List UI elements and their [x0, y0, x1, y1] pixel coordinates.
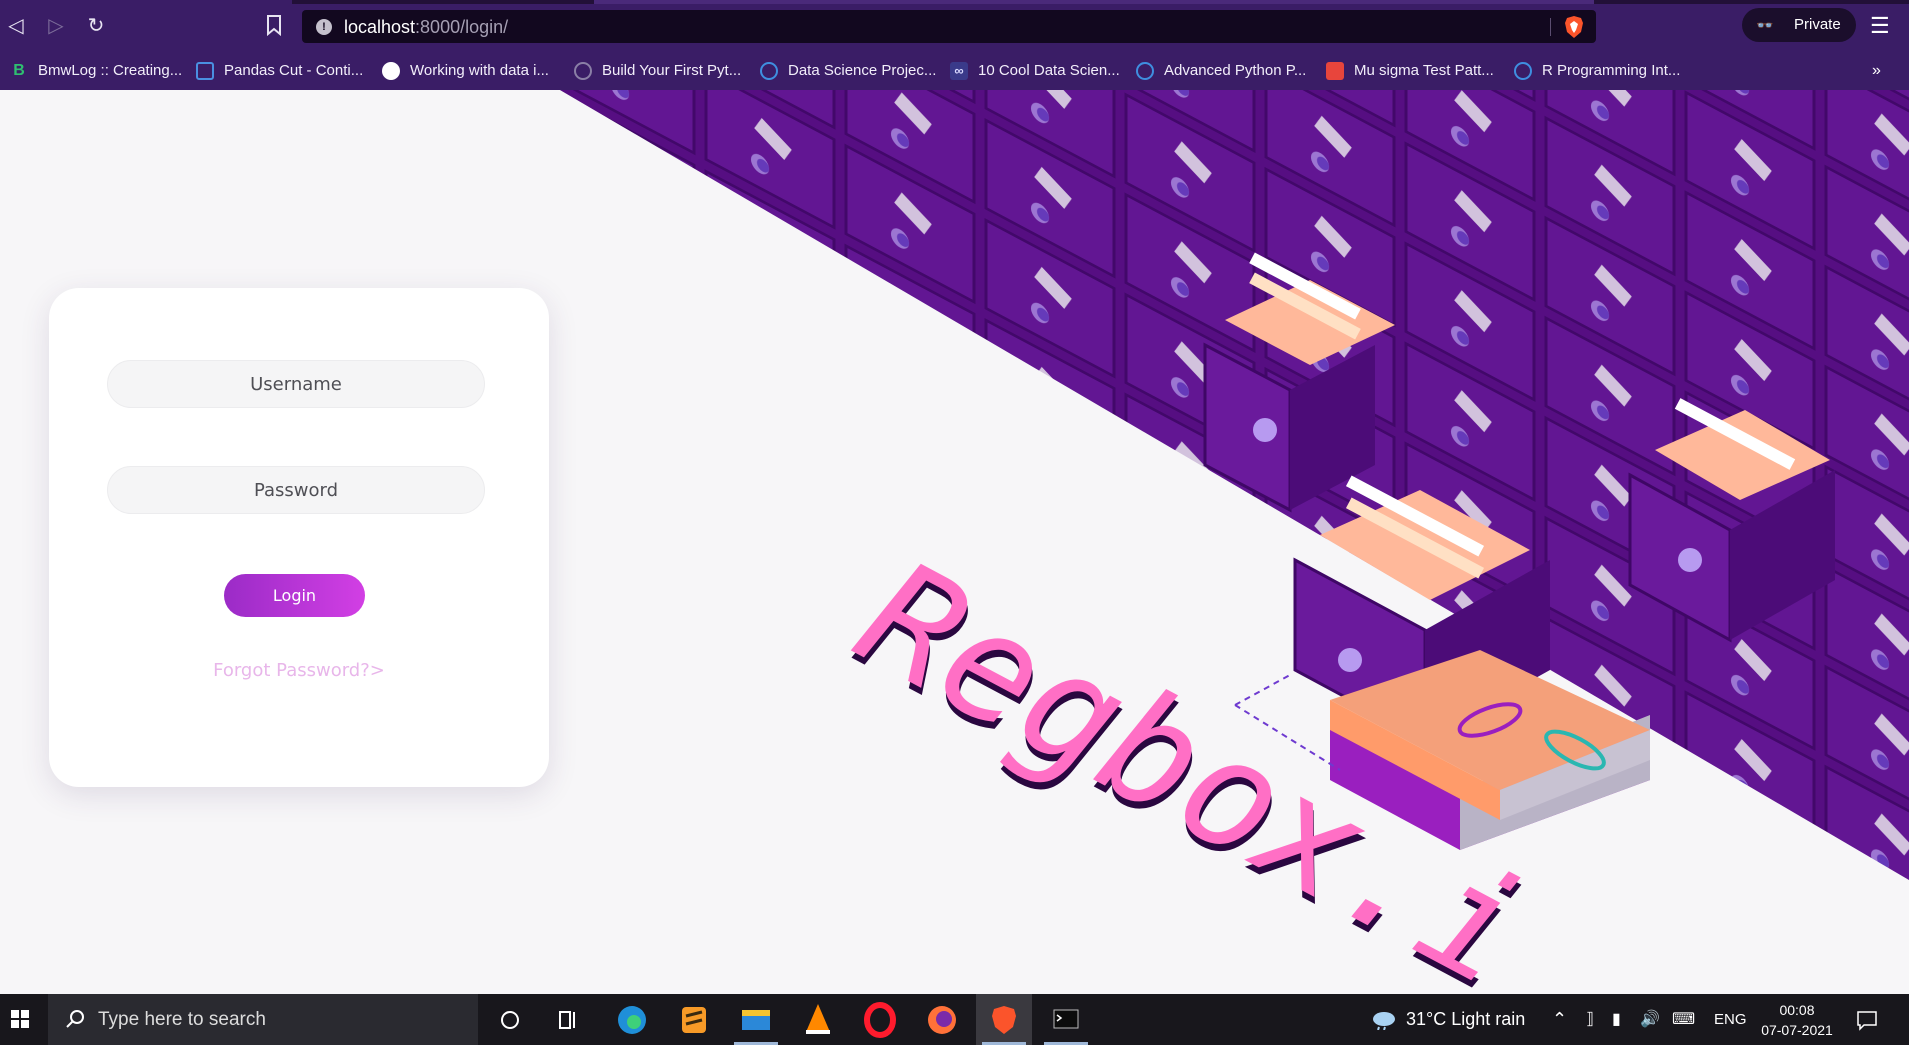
keyboard-icon[interactable]: ⌨: [1672, 994, 1695, 1045]
forgot-password-link[interactable]: Forgot Password?>: [49, 660, 549, 681]
bookmark-item[interactable]: B BmwLog :: Creating...: [10, 52, 182, 90]
login-page: Regbox.i Regbox.i Login Forgot Password?…: [0, 90, 1909, 994]
address-bar[interactable]: ! localhost:8000/login/: [302, 10, 1596, 43]
bookmarks-overflow-icon[interactable]: »: [1872, 52, 1881, 90]
windows-taskbar: Type here to search 31°C Light rain ⌃ ⟧ …: [0, 994, 1909, 1045]
opera-icon[interactable]: [852, 994, 908, 1045]
sublime-text-icon[interactable]: [666, 994, 722, 1045]
menu-icon[interactable]: ☰: [1870, 14, 1890, 38]
battery-icon[interactable]: ▮: [1612, 994, 1621, 1045]
firefox-icon[interactable]: [914, 994, 970, 1045]
bookmark-icon[interactable]: [262, 14, 286, 38]
private-glasses-icon: 👓: [1756, 17, 1774, 33]
bookmark-item[interactable]: Build Your First Pyt...: [574, 52, 741, 90]
search-icon: [66, 1010, 84, 1028]
brave-icon[interactable]: [976, 994, 1032, 1045]
terminal-icon[interactable]: [1038, 994, 1094, 1045]
weather-widget[interactable]: 31°C Light rain: [1370, 994, 1525, 1045]
taskbar-search[interactable]: Type here to search: [48, 994, 478, 1045]
reload-icon[interactable]: ↻: [84, 14, 108, 38]
url-text[interactable]: localhost:8000/login/: [344, 17, 508, 38]
browser-toolbar: ◁ ▷ ↻ ! localhost:8000/login/ 👓 Private …: [0, 0, 1909, 52]
ring-icon: [1136, 62, 1154, 81]
cloud-rain-icon: [1373, 1012, 1395, 1031]
bookmark-item[interactable]: Advanced Python P...: [1136, 52, 1306, 90]
edge-icon[interactable]: [604, 994, 660, 1045]
screen: ◁ ▷ ↻ ! localhost:8000/login/ 👓 Private …: [0, 0, 1909, 1045]
show-hidden-icons-icon[interactable]: ⌃: [1552, 994, 1567, 1045]
ring-icon: [760, 62, 778, 81]
bookmark-item[interactable]: Mu sigma Test Patt...: [1326, 52, 1494, 90]
globe-icon: [382, 62, 400, 81]
clock-time: 00:08: [1779, 1002, 1815, 1018]
private-window-badge[interactable]: 👓 Private: [1742, 8, 1856, 42]
brave-shield-icon[interactable]: [1564, 15, 1584, 39]
hex-icon: [574, 62, 592, 81]
login-card: Login Forgot Password?>: [49, 288, 549, 787]
forward-icon[interactable]: ▷: [44, 14, 68, 38]
cortana-icon[interactable]: [482, 994, 538, 1045]
bookmark-item[interactable]: R Programming Int...: [1514, 52, 1680, 90]
bookmark-item[interactable]: Pandas Cut - Conti...: [196, 52, 363, 90]
back-icon[interactable]: ◁: [4, 14, 28, 38]
username-field[interactable]: [107, 360, 485, 408]
divider: [1550, 18, 1551, 36]
chart-icon: [196, 62, 214, 81]
network-icon[interactable]: ⟧: [1586, 994, 1594, 1045]
search-placeholder: Type here to search: [98, 1009, 266, 1030]
bookmark-item[interactable]: ∞ 10 Cool Data Scien...: [950, 52, 1120, 90]
login-button[interactable]: Login: [224, 574, 365, 617]
vlc-icon[interactable]: [790, 994, 846, 1045]
site-info-icon[interactable]: !: [316, 19, 332, 35]
task-view-icon[interactable]: [540, 994, 596, 1045]
notifications-icon[interactable]: [1856, 994, 1878, 1045]
clock-date: 07-07-2021: [1761, 1022, 1833, 1038]
volume-icon[interactable]: 🔊: [1640, 994, 1660, 1045]
bookmark-item[interactable]: Data Science Projec...: [760, 52, 936, 90]
b-icon: B: [13, 62, 25, 80]
private-label: Private: [1794, 16, 1841, 33]
file-explorer-icon[interactable]: [728, 994, 784, 1045]
password-field[interactable]: [107, 466, 485, 514]
ring-icon: [1514, 62, 1532, 81]
flag-icon: [1326, 62, 1344, 81]
taskbar-clock[interactable]: 00:08 07-07-2021: [1754, 1000, 1840, 1040]
bookmarks-bar: B BmwLog :: Creating... Pandas Cut - Cont…: [0, 52, 1909, 90]
tab-strip: [0, 0, 1909, 4]
weather-text: 31°C Light rain: [1406, 1009, 1526, 1029]
language-indicator[interactable]: ENG: [1714, 994, 1747, 1045]
infinity-icon: ∞: [950, 62, 968, 81]
bookmark-item[interactable]: Working with data i...: [382, 52, 549, 90]
windows-start-icon[interactable]: [0, 994, 40, 1045]
